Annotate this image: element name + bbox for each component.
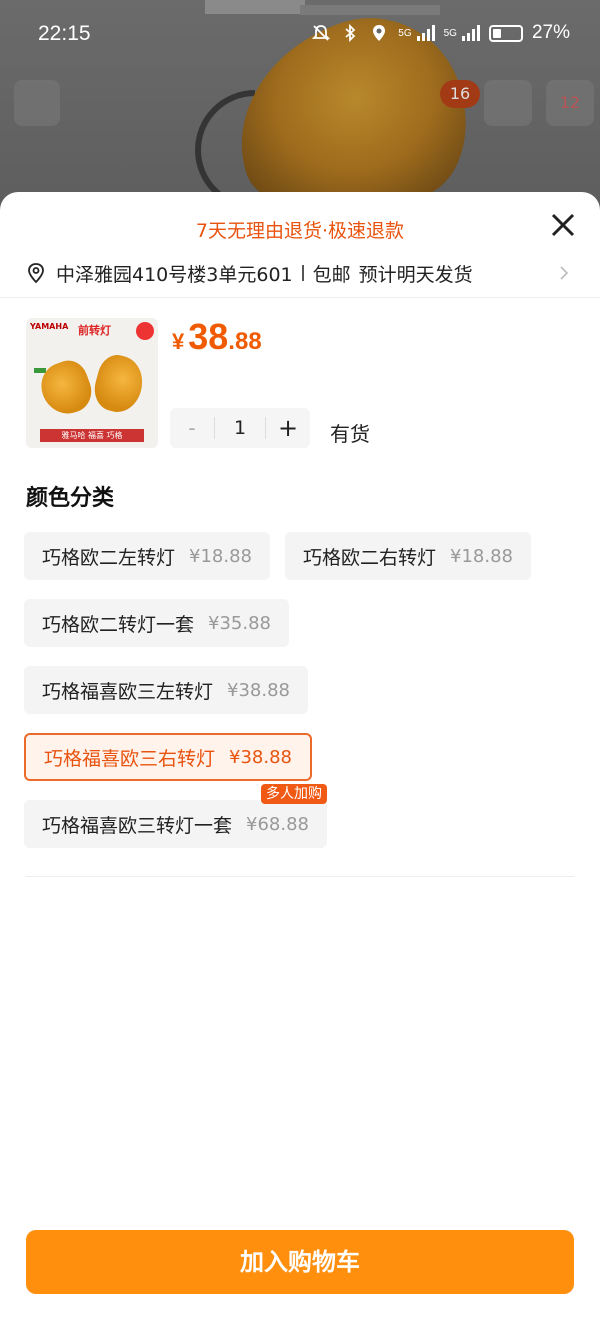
close-icon[interactable]	[548, 210, 578, 240]
popular-badge: 多人加购	[261, 784, 327, 804]
price-decimal: .88	[228, 328, 262, 355]
status-icons: 5G 5G 27%	[311, 22, 570, 44]
variant-price: ¥38.88	[227, 679, 290, 701]
variant-price: ¥38.88	[229, 746, 292, 768]
mute-bell-icon	[312, 25, 331, 41]
increase-button[interactable]: +	[266, 414, 310, 442]
signal-5g-label: 5G	[398, 27, 412, 39]
variant-option[interactable]: 巧格欧二右转灯 ¥18.88	[285, 532, 531, 580]
bluetooth-icon	[345, 23, 356, 43]
sku-selection-sheet: 7天无理由退货·极速退款 中泽雅园410号楼3单元601 包邮 预计明天发货 Y…	[0, 192, 600, 1320]
product-thumbnail[interactable]: YAMAHA 前转灯 雅马哈 福喜 巧格	[26, 318, 158, 448]
variant-option[interactable]: 巧格福喜欧三左转灯 ¥38.88	[24, 666, 308, 714]
battery-icon	[488, 24, 523, 42]
variant-price: ¥35.88	[208, 612, 271, 634]
quantity-value[interactable]: 1	[214, 417, 266, 439]
status-time: 22:15	[38, 22, 91, 45]
stock-status: 有货	[330, 422, 370, 446]
thumbnail-title: 前转灯	[78, 324, 111, 337]
thumbnail-brand: YAMAHA	[30, 322, 69, 331]
variant-section-title: 颜色分类	[26, 486, 115, 511]
signal-icon-2	[461, 25, 480, 41]
price-integer: 38	[188, 316, 229, 357]
delivery-text: 预计明天发货	[358, 263, 473, 286]
divider	[0, 297, 600, 298]
bg-badge-2: 12	[546, 80, 594, 126]
quantity-stepper: - 1 +	[170, 408, 310, 448]
variant-price: ¥68.88	[246, 813, 309, 835]
signal-icon	[416, 25, 435, 41]
decrease-button[interactable]: -	[170, 416, 214, 440]
chevron-right-icon	[560, 266, 569, 280]
price-symbol: ¥	[172, 329, 185, 354]
location-icon	[373, 25, 386, 41]
variant-name: 巧格福喜欧三右转灯	[44, 747, 216, 770]
variant-name: 巧格欧二右转灯	[303, 546, 437, 569]
variant-option[interactable]: 巧格欧二转灯一套 ¥35.88	[24, 599, 289, 647]
add-to-cart-button[interactable]: 加入购物车	[26, 1230, 574, 1294]
variant-option[interactable]: 巧格福喜欧三转灯一套 ¥68.88 多人加购	[24, 784, 327, 848]
address-text: 中泽雅园410号楼3单元601	[56, 263, 293, 286]
variant-option-selected[interactable]: 巧格福喜欧三右转灯 ¥38.88	[24, 733, 312, 781]
thumbnail-tag	[136, 322, 154, 340]
variant-name: 巧格欧二转灯一套	[42, 613, 195, 636]
variant-price: ¥18.88	[189, 545, 252, 567]
bg-chip	[484, 80, 532, 126]
thumbnail-lamp	[89, 351, 149, 417]
thumbnail-footer: 雅马哈 福喜 巧格	[40, 429, 144, 442]
variant-name: 巧格欧二左转灯	[42, 546, 176, 569]
variant-name: 巧格福喜欧三转灯一套	[42, 814, 233, 837]
price: ¥38.88	[172, 316, 262, 358]
separator	[301, 265, 304, 281]
variant-name: 巧格福喜欧三左转灯	[42, 680, 214, 703]
location-pin-icon	[28, 263, 44, 284]
promo-banner: 7天无理由退货·极速退款	[195, 220, 405, 242]
divider	[26, 876, 574, 877]
shipping-text: 包邮	[312, 263, 351, 286]
variant-price: ¥18.88	[450, 545, 513, 567]
variant-option[interactable]: 巧格欧二左转灯 ¥18.88	[24, 532, 270, 580]
battery-percent: 27%	[531, 22, 570, 43]
status-bar: 22:15 5G 5G 27%	[0, 0, 600, 70]
bg-back-button	[14, 80, 60, 126]
address-row[interactable]: 中泽雅园410号楼3单元601 包邮 预计明天发货	[26, 258, 574, 288]
thumbnail-lamp	[34, 355, 98, 421]
bg-badge: 16	[440, 80, 480, 108]
signal-5g-label-2: 5G	[443, 27, 457, 39]
